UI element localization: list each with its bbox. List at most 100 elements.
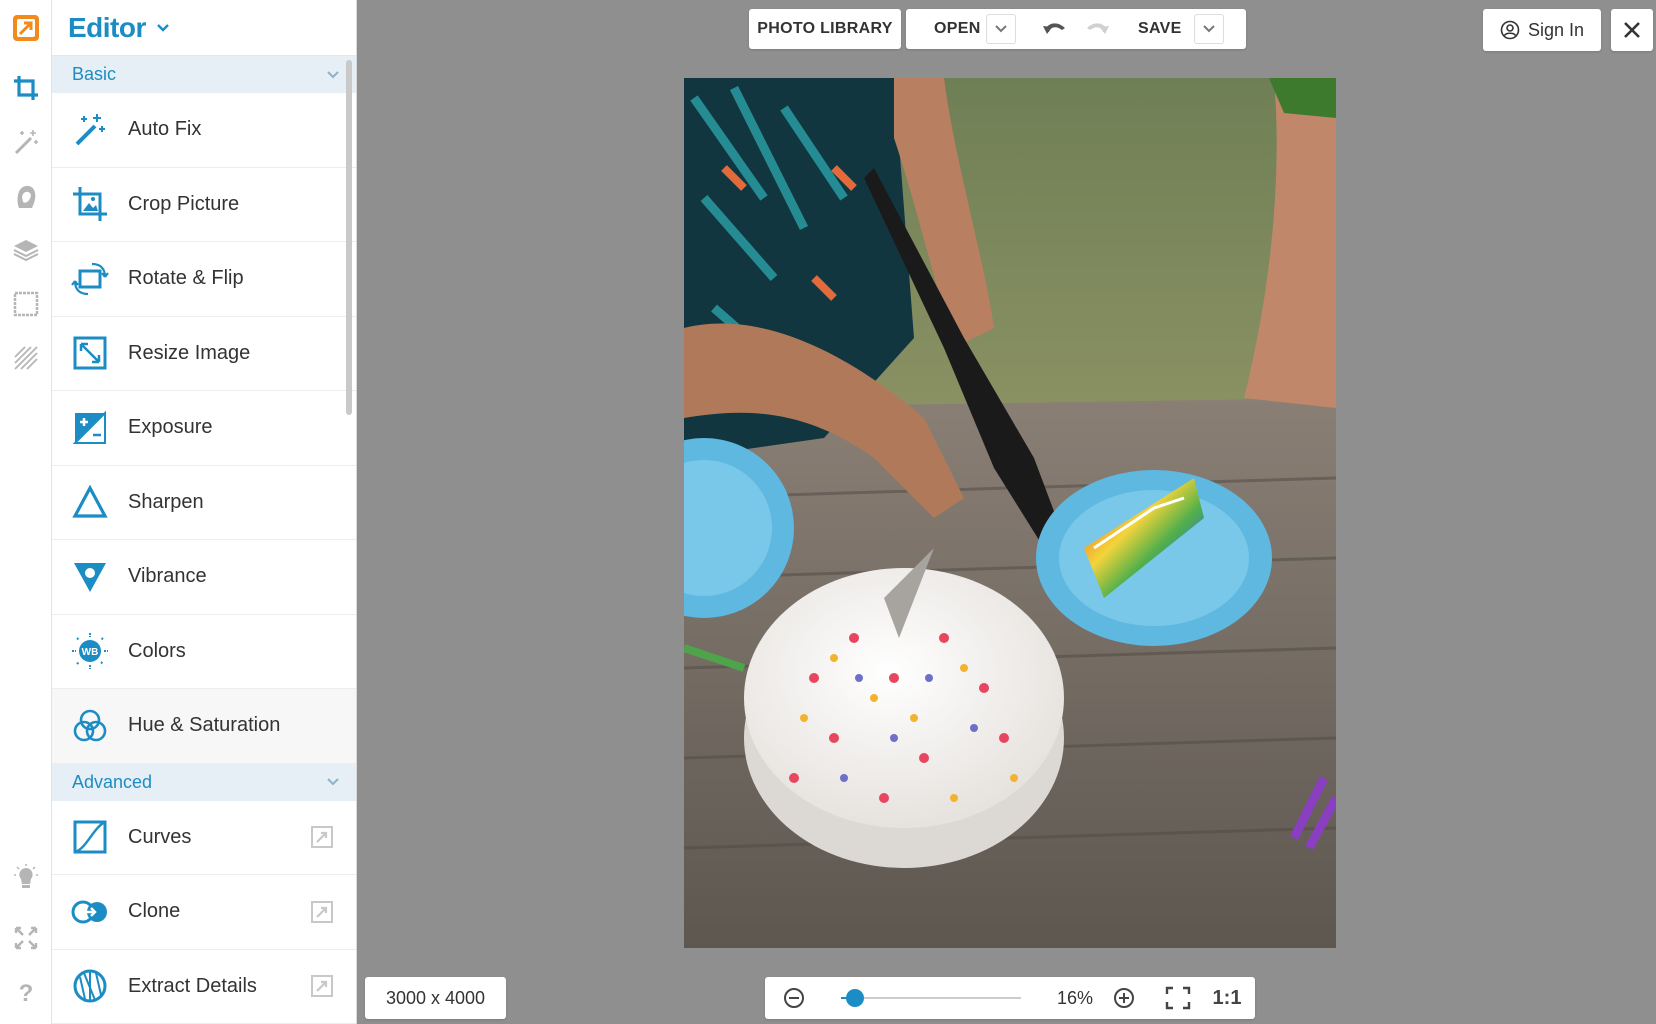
tool-sharpen[interactable]: Sharpen: [52, 465, 356, 540]
tool-label: Clone: [128, 900, 181, 923]
rail-fullscreen[interactable]: [0, 912, 52, 964]
tool-colors[interactable]: WB Colors: [52, 614, 356, 689]
resize-icon: [70, 333, 110, 373]
rail-layers[interactable]: [0, 224, 52, 276]
open-dropdown[interactable]: [986, 14, 1016, 44]
tool-hue-saturation[interactable]: Hue & Saturation: [52, 689, 356, 764]
tool-label: Extract Details: [128, 974, 257, 997]
layers-icon: [13, 240, 39, 262]
open-button[interactable]: OPEN: [934, 20, 981, 38]
undo-icon: [1043, 23, 1065, 34]
fit-screen-icon: [1165, 986, 1191, 1010]
chevron-down-icon[interactable]: [156, 21, 170, 35]
photo-library-button[interactable]: PHOTO LIBRARY: [749, 9, 901, 49]
user-icon: [1500, 20, 1520, 40]
pro-badge-icon: [311, 826, 333, 849]
vibrance-icon: [70, 557, 110, 597]
pro-badge-icon: [311, 900, 333, 923]
zoom-slider-track[interactable]: [841, 997, 1021, 999]
tool-extract-details[interactable]: Extract Details: [52, 949, 356, 1024]
pro-badge-icon: [311, 975, 333, 998]
section-advanced[interactable]: Advanced: [52, 763, 356, 801]
tool-rotate-flip[interactable]: Rotate & Flip: [52, 242, 356, 317]
canvas-image[interactable]: [684, 78, 1336, 948]
rail-help[interactable]: ?: [0, 968, 52, 1020]
hue-saturation-icon: [70, 706, 110, 746]
section-basic[interactable]: Basic: [52, 56, 356, 93]
tool-label: Curves: [128, 825, 192, 848]
tool-label: Resize Image: [128, 341, 251, 364]
photo-birthday-cake: [684, 78, 1336, 948]
chevron-down-icon: [995, 25, 1007, 33]
wb-badge: WB: [82, 647, 99, 658]
tool-curves[interactable]: Curves: [52, 800, 356, 875]
crop-icon: [70, 184, 110, 224]
tool-label: Vibrance: [128, 565, 207, 588]
undo-button[interactable]: [1042, 18, 1068, 45]
editor-title[interactable]: Editor: [68, 12, 146, 44]
rotate-icon: [70, 259, 110, 299]
chevron-down-icon: [326, 775, 340, 789]
logo-icon: [13, 15, 39, 41]
rail-portrait[interactable]: [0, 170, 52, 222]
fit-to-screen-button[interactable]: [1161, 977, 1195, 1019]
chevron-down-icon: [326, 68, 340, 82]
zoom-slider-handle[interactable]: [846, 989, 865, 1007]
zoom-controls: 16% 1:1: [765, 977, 1255, 1019]
magic-wand-icon: [14, 130, 38, 155]
panel-header: Editor: [52, 0, 356, 56]
tool-auto-fix[interactable]: Auto Fix: [52, 93, 356, 168]
magic-wand-icon: [70, 110, 110, 150]
zoom-in-button[interactable]: [1109, 977, 1139, 1019]
tool-label: Colors: [128, 639, 186, 662]
zoom-level: 16%: [1056, 987, 1094, 1008]
rail-magic-wand[interactable]: [0, 116, 52, 168]
fullscreen-icon: [14, 926, 38, 950]
texture-icon: [14, 346, 38, 370]
redo-button[interactable]: [1084, 18, 1110, 45]
tool-label: Rotate & Flip: [128, 267, 244, 290]
tool-label: Exposure: [128, 416, 213, 439]
portrait-icon: [17, 185, 36, 208]
close-button[interactable]: [1611, 9, 1653, 51]
tool-panel: Editor Basic Auto Fix Crop Picture Rotat…: [52, 0, 357, 1024]
icon-rail: ?: [0, 0, 52, 1024]
tool-vibrance[interactable]: Vibrance: [52, 540, 356, 615]
clone-icon: [70, 892, 110, 932]
tool-label: Auto Fix: [128, 118, 202, 141]
sign-in-button[interactable]: Sign In: [1483, 9, 1601, 51]
zoom-out-icon: [784, 988, 804, 1008]
dimensions-label: 3000 x 4000: [385, 987, 486, 1008]
lightbulb-icon: [14, 864, 38, 888]
tool-clone[interactable]: Clone: [52, 875, 356, 950]
save-button[interactable]: SAVE: [1138, 20, 1182, 38]
tool-crop-picture[interactable]: Crop Picture: [52, 167, 356, 242]
rail-texture[interactable]: [0, 332, 52, 384]
rail-crop-tools[interactable]: [0, 62, 52, 114]
tool-exposure[interactable]: Exposure: [52, 391, 356, 466]
file-toolbar: OPEN SAVE: [906, 9, 1246, 49]
frame-icon: [13, 291, 39, 317]
tool-label: Sharpen: [128, 490, 204, 513]
sign-in-label: Sign In: [1527, 19, 1585, 40]
panel-scrollbar[interactable]: [346, 60, 352, 415]
tool-label: Hue & Saturation: [128, 714, 281, 737]
sharpen-icon: [70, 482, 110, 522]
zoom-out-button[interactable]: [779, 977, 809, 1019]
app-logo[interactable]: [0, 0, 52, 56]
rail-tips[interactable]: [0, 852, 52, 904]
actual-size-button[interactable]: 1:1: [1205, 977, 1249, 1019]
crop-tools-icon: [14, 76, 38, 100]
exposure-icon: [70, 408, 110, 448]
chevron-down-icon: [1203, 25, 1215, 33]
tool-resize-image[interactable]: Resize Image: [52, 316, 356, 391]
section-advanced-label: Advanced: [72, 771, 153, 792]
white-balance-icon: WB: [70, 631, 110, 671]
rail-frame[interactable]: [0, 278, 52, 330]
redo-icon: [1087, 23, 1109, 34]
curves-icon: [70, 817, 110, 857]
tool-label: Crop Picture: [128, 192, 240, 215]
help-icon: ?: [18, 980, 34, 1007]
section-basic-label: Basic: [72, 64, 117, 84]
save-dropdown[interactable]: [1194, 14, 1224, 44]
